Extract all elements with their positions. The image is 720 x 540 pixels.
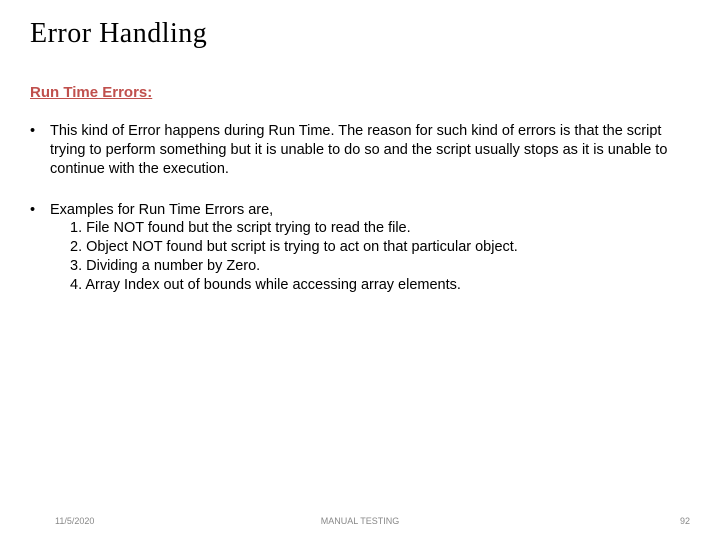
- examples-intro: Examples for Run Time Errors are,: [50, 202, 273, 218]
- section-subheading: Run Time Errors:: [30, 84, 152, 101]
- footer-center: MANUAL TESTING: [321, 516, 400, 526]
- content-area: • This kind of Error happens during Run …: [30, 122, 690, 317]
- example-line: 3. Dividing a number by Zero.: [50, 257, 690, 276]
- footer: 11/5/2020 MANUAL TESTING 92: [0, 516, 720, 526]
- slide-title: Error Handling: [30, 18, 207, 50]
- example-line: 4. Array Index out of bounds while acces…: [50, 276, 690, 295]
- example-line: 1. File NOT found but the script trying …: [50, 219, 690, 238]
- bullet-marker: •: [30, 122, 50, 141]
- footer-date: 11/5/2020: [55, 516, 94, 526]
- bullet-marker: •: [30, 201, 50, 220]
- example-line: 2. Object NOT found but script is trying…: [50, 238, 690, 257]
- bullet-text: Examples for Run Time Errors are, 1. Fil…: [50, 201, 690, 295]
- bullet-text: This kind of Error happens during Run Ti…: [50, 122, 690, 179]
- footer-page-number: 92: [680, 516, 690, 526]
- bullet-item: • This kind of Error happens during Run …: [30, 122, 690, 179]
- bullet-item: • Examples for Run Time Errors are, 1. F…: [30, 201, 690, 295]
